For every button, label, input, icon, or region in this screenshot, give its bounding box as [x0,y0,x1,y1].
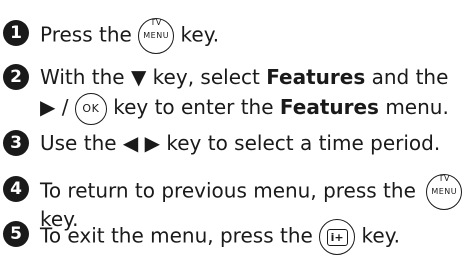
text: To return to previous menu, press the [40,178,416,203]
step-text: Use the ◀ ▶ key to select a time period. [40,131,441,155]
text: key. [361,223,401,248]
info-key-icon: i+ [319,219,356,255]
text: menu. [385,95,449,119]
ok-key-icon: OK [74,92,107,125]
tv-label: TV [438,174,450,183]
step-text: To exit the menu, press the i+ key. [40,219,400,255]
step-text-pre: Press the [40,22,132,47]
text: ▶ / [40,95,69,119]
text: and the [371,65,449,89]
step-number: 1 [3,20,29,46]
features-bold: Features [279,95,379,119]
info-key-label: i+ [326,228,348,246]
text: key to enter the [113,95,274,119]
menu-key-icon: TV MENU [138,18,175,54]
text: To exit the menu, press the [40,223,313,248]
step-number: 5 [3,221,29,247]
step-text: With the ▼ key, select Features and the … [40,62,449,125]
tv-label: TV [150,18,162,27]
step-text-post: key. [180,22,220,47]
step-number: 3 [3,130,29,156]
menu-key-icon: TV MENU [426,174,463,210]
ok-key-label: OK [82,101,100,115]
features-bold: Features [266,65,366,89]
step-number: 2 [3,64,29,90]
text: With the ▼ key, select [40,65,260,89]
step-number: 4 [3,176,29,202]
step-text: Press the TV MENU key. [40,18,219,54]
